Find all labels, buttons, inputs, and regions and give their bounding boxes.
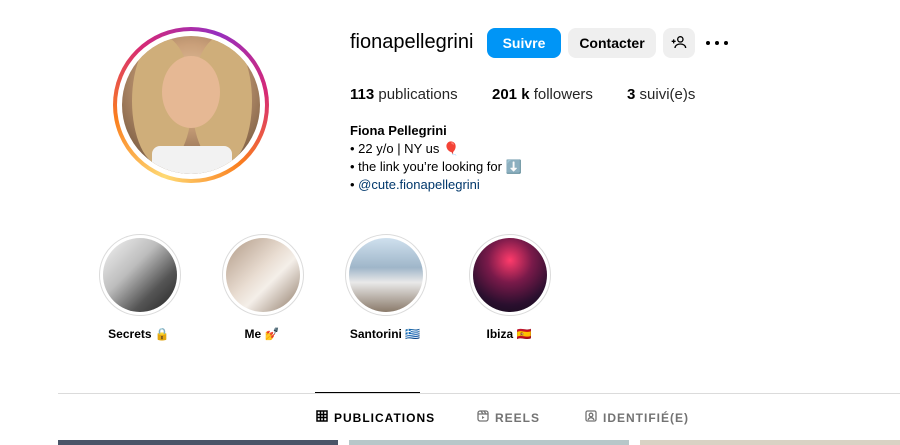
- highlight-secrets[interactable]: [99, 234, 181, 316]
- more-icon: [706, 41, 710, 45]
- bio-name: Fiona Pellegrini: [350, 123, 447, 138]
- reels-icon: [477, 410, 489, 425]
- bio-line: • 22 y/o | NY us 🎈: [350, 141, 460, 156]
- add-person-icon: [671, 35, 687, 53]
- highlight-label: Secrets 🔒: [108, 327, 170, 341]
- suggest-similar-button[interactable]: [663, 28, 695, 58]
- bio-mention-link[interactable]: @cute.fionapellegrini: [358, 177, 480, 192]
- profile-avatar[interactable]: [113, 27, 269, 183]
- highlight-cover: [349, 238, 423, 312]
- bio-line: • the link you’re looking for ⬇️: [350, 159, 522, 174]
- highlight-cover: [473, 238, 547, 312]
- active-tab-indicator: [315, 392, 420, 393]
- post-thumbnail[interactable]: [58, 440, 338, 445]
- contact-button[interactable]: Contacter: [568, 28, 656, 58]
- highlight-ibiza[interactable]: [469, 234, 551, 316]
- highlight-me[interactable]: [222, 234, 304, 316]
- stat-publications: 113 publications: [350, 86, 458, 103]
- more-options-button[interactable]: [706, 33, 730, 53]
- highlight-label: Santorini 🇬🇷: [349, 327, 421, 341]
- profile-username: fionapellegrini: [350, 31, 474, 53]
- stat-followers[interactable]: 201 k followers: [492, 86, 593, 103]
- highlight-santorini[interactable]: [345, 234, 427, 316]
- highlight-label: Ibiza 🇪🇸: [486, 327, 532, 341]
- tab-publications[interactable]: PUBLICATIONS: [316, 410, 435, 425]
- post-thumbnail[interactable]: [349, 440, 629, 445]
- bio-line: • @cute.fionapellegrini: [350, 177, 480, 192]
- stat-following[interactable]: 3 suivi(e)s: [627, 86, 695, 103]
- profile-bio: Fiona Pellegrini • 22 y/o | NY us 🎈 • th…: [350, 122, 522, 194]
- highlight-cover: [103, 238, 177, 312]
- follow-button[interactable]: Suivre: [487, 28, 561, 58]
- post-thumbnail[interactable]: [640, 440, 900, 445]
- tab-reels[interactable]: REELS: [477, 410, 540, 425]
- highlight-label: Me 💅: [244, 327, 280, 341]
- tabs-divider: [58, 393, 900, 394]
- tab-tagged[interactable]: IDENTIFIÉ(E): [585, 410, 689, 425]
- highlight-cover: [226, 238, 300, 312]
- tagged-icon: [585, 410, 597, 425]
- avatar-photo: [122, 36, 260, 174]
- grid-icon: [316, 410, 328, 425]
